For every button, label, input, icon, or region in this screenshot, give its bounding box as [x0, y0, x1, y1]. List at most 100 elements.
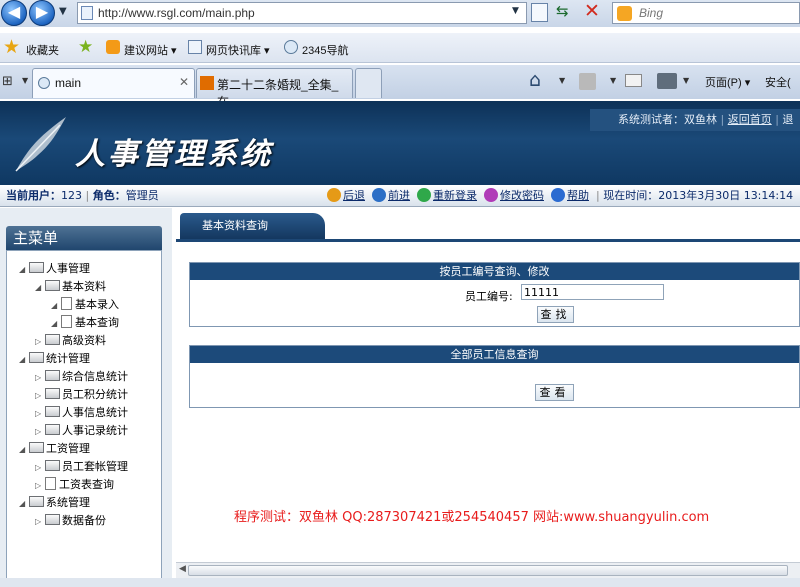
- folder-icon: [45, 424, 60, 435]
- find-button[interactable]: 查找: [537, 306, 574, 323]
- history-dropdown-icon[interactable]: ▼: [59, 6, 67, 17]
- home-link[interactable]: 返回首页: [728, 113, 772, 126]
- favorites-star-icon[interactable]: ★: [3, 36, 20, 58]
- print-icon[interactable]: [657, 73, 677, 89]
- menu-item[interactable]: ▷ 工资表查询: [35, 477, 114, 494]
- collapsed-arrow-icon[interactable]: ▷: [35, 478, 45, 494]
- collapsed-arrow-icon[interactable]: ▷: [35, 406, 45, 422]
- folder-icon: [45, 514, 60, 525]
- time-value: 2013年3月30日 13:14:14: [658, 189, 794, 202]
- home-icon[interactable]: ⌂: [529, 69, 541, 91]
- menu-item[interactable]: ▷ 人事信息统计: [35, 405, 128, 422]
- expanded-arrow-icon[interactable]: ◢: [19, 352, 29, 368]
- url-dropdown-icon[interactable]: ▼: [512, 6, 519, 16]
- folder-icon: [29, 442, 44, 453]
- rss-feed-icon[interactable]: [579, 73, 596, 90]
- menu-item[interactable]: ▷ 员工套帐管理: [35, 459, 128, 476]
- rss-dropdown-icon[interactable]: ▼: [610, 76, 616, 85]
- tab-basic-info-query[interactable]: 基本资料查询: [180, 213, 325, 239]
- address-bar[interactable]: http://www.rsgl.com/main.php ▼: [77, 2, 527, 24]
- feather-logo-icon: [15, 117, 66, 172]
- expanded-arrow-icon[interactable]: ◢: [35, 280, 45, 296]
- folder-icon: [29, 352, 44, 363]
- bing-icon: [617, 6, 632, 21]
- role-label: 角色：: [92, 189, 126, 202]
- home-dropdown-icon[interactable]: ▼: [559, 76, 565, 85]
- compat-view-icon[interactable]: [531, 3, 548, 22]
- menu-item[interactable]: ◢ 基本资料: [35, 279, 106, 296]
- menu-item[interactable]: ▷ 综合信息统计: [35, 369, 128, 386]
- expanded-arrow-icon[interactable]: ◢: [19, 262, 29, 278]
- menu-item[interactable]: ◢ 统计管理: [19, 351, 90, 368]
- menu-item-label: 工资管理: [46, 442, 90, 455]
- collapsed-arrow-icon[interactable]: ◢: [51, 298, 61, 314]
- employee-id-label: 员工编号:: [465, 290, 513, 303]
- forward-link[interactable]: 前进: [388, 189, 410, 202]
- page-icon: [81, 6, 93, 20]
- horizontal-scrollbar[interactable]: ◀: [176, 562, 800, 578]
- menu-item[interactable]: ▷ 数据备份: [35, 513, 106, 530]
- suggested-sites-icon: [106, 40, 120, 54]
- panel-title: 全部员工信息查询: [190, 346, 799, 363]
- mail-icon[interactable]: [625, 74, 642, 87]
- collapsed-arrow-icon[interactable]: ▷: [35, 370, 45, 386]
- tab-main[interactable]: main ✕: [32, 68, 195, 98]
- expanded-arrow-icon[interactable]: ◢: [19, 496, 29, 512]
- ie-page-icon: [38, 77, 50, 89]
- back-icon[interactable]: ◀: [1, 0, 27, 26]
- menu-item-label: 员工套帐管理: [62, 460, 128, 473]
- extra-link[interactable]: 退: [782, 113, 793, 126]
- tab-list-dropdown-icon[interactable]: ▼: [22, 76, 28, 85]
- menu-item[interactable]: ▷ 高级资料: [35, 333, 106, 350]
- search-placeholder: Bing: [639, 6, 664, 20]
- menu-item[interactable]: ▷ 人事记录统计: [35, 423, 128, 440]
- expanded-arrow-icon[interactable]: ◢: [19, 442, 29, 458]
- menu-item[interactable]: ◢ 工资管理: [19, 441, 90, 458]
- collapsed-arrow-icon[interactable]: ◢: [51, 316, 61, 332]
- collapsed-arrow-icon[interactable]: ▷: [35, 460, 45, 476]
- scroll-thumb[interactable]: [188, 565, 788, 576]
- menu-item-label: 综合信息统计: [62, 370, 128, 383]
- page-menu[interactable]: 页面(P) ▾: [705, 74, 750, 90]
- menu-item[interactable]: ◢ 系统管理: [19, 495, 90, 512]
- menu-item-label: 工资表查询: [59, 478, 114, 491]
- employee-id-input[interactable]: [521, 284, 664, 300]
- folder-icon: [45, 370, 60, 381]
- forward-icon[interactable]: ▶: [29, 0, 55, 26]
- tab-close-icon[interactable]: ✕: [179, 75, 189, 89]
- change-password-link[interactable]: 修改密码: [500, 189, 544, 202]
- menu-item[interactable]: ◢ 基本查询: [51, 315, 119, 332]
- search-input[interactable]: Bing: [612, 2, 800, 24]
- add-favorite-icon[interactable]: ★: [78, 37, 93, 57]
- new-tab-button[interactable]: [355, 68, 382, 98]
- menu-item[interactable]: ◢ 基本录入: [51, 297, 119, 314]
- tab-underline: [176, 239, 800, 242]
- collapsed-arrow-icon[interactable]: ▷: [35, 334, 45, 350]
- menu-item-label: 人事管理: [46, 262, 90, 275]
- collapsed-arrow-icon[interactable]: ▷: [35, 514, 45, 530]
- relogin-link[interactable]: 重新登录: [433, 189, 477, 202]
- collapsed-arrow-icon[interactable]: ▷: [35, 424, 45, 440]
- view-button[interactable]: 查看: [535, 384, 574, 401]
- fav-link-suggested[interactable]: 建议网站 ▾: [124, 42, 177, 58]
- menu-item-label: 人事记录统计: [62, 424, 128, 437]
- safety-menu[interactable]: 安全(: [765, 74, 791, 90]
- tab-label: main: [55, 76, 82, 90]
- menu-item[interactable]: ▷ 员工积分统计: [35, 387, 128, 404]
- favorites-label[interactable]: 收藏夹: [26, 42, 59, 58]
- print-dropdown-icon[interactable]: ▼: [683, 76, 689, 85]
- fav-link-webslice[interactable]: 网页快讯库 ▾: [206, 42, 270, 58]
- scroll-left-icon[interactable]: ◀: [179, 564, 186, 574]
- menu-item[interactable]: ◢ 人事管理: [19, 261, 90, 278]
- help-link[interactable]: 帮助: [567, 189, 589, 202]
- back-link[interactable]: 后退: [343, 189, 365, 202]
- stop-icon[interactable]: ✕: [584, 0, 600, 22]
- current-user-value: 123: [61, 189, 82, 202]
- quick-tabs-icon[interactable]: ⊞: [2, 74, 13, 89]
- tab-second[interactable]: 第二十二条婚规_全集_在...: [196, 68, 353, 109]
- fav-link-2345[interactable]: 2345导航: [302, 42, 348, 58]
- collapsed-arrow-icon[interactable]: ▷: [35, 388, 45, 404]
- refresh-icon[interactable]: ⇆: [556, 2, 569, 20]
- browser-tab-row: ⊞ ▼ main ✕ 第二十二条婚规_全集_在... ⌂ ▼ ▼ ▼ 页面(P)…: [0, 65, 800, 109]
- all-employees-query-panel: 全部员工信息查询 查看: [189, 345, 800, 408]
